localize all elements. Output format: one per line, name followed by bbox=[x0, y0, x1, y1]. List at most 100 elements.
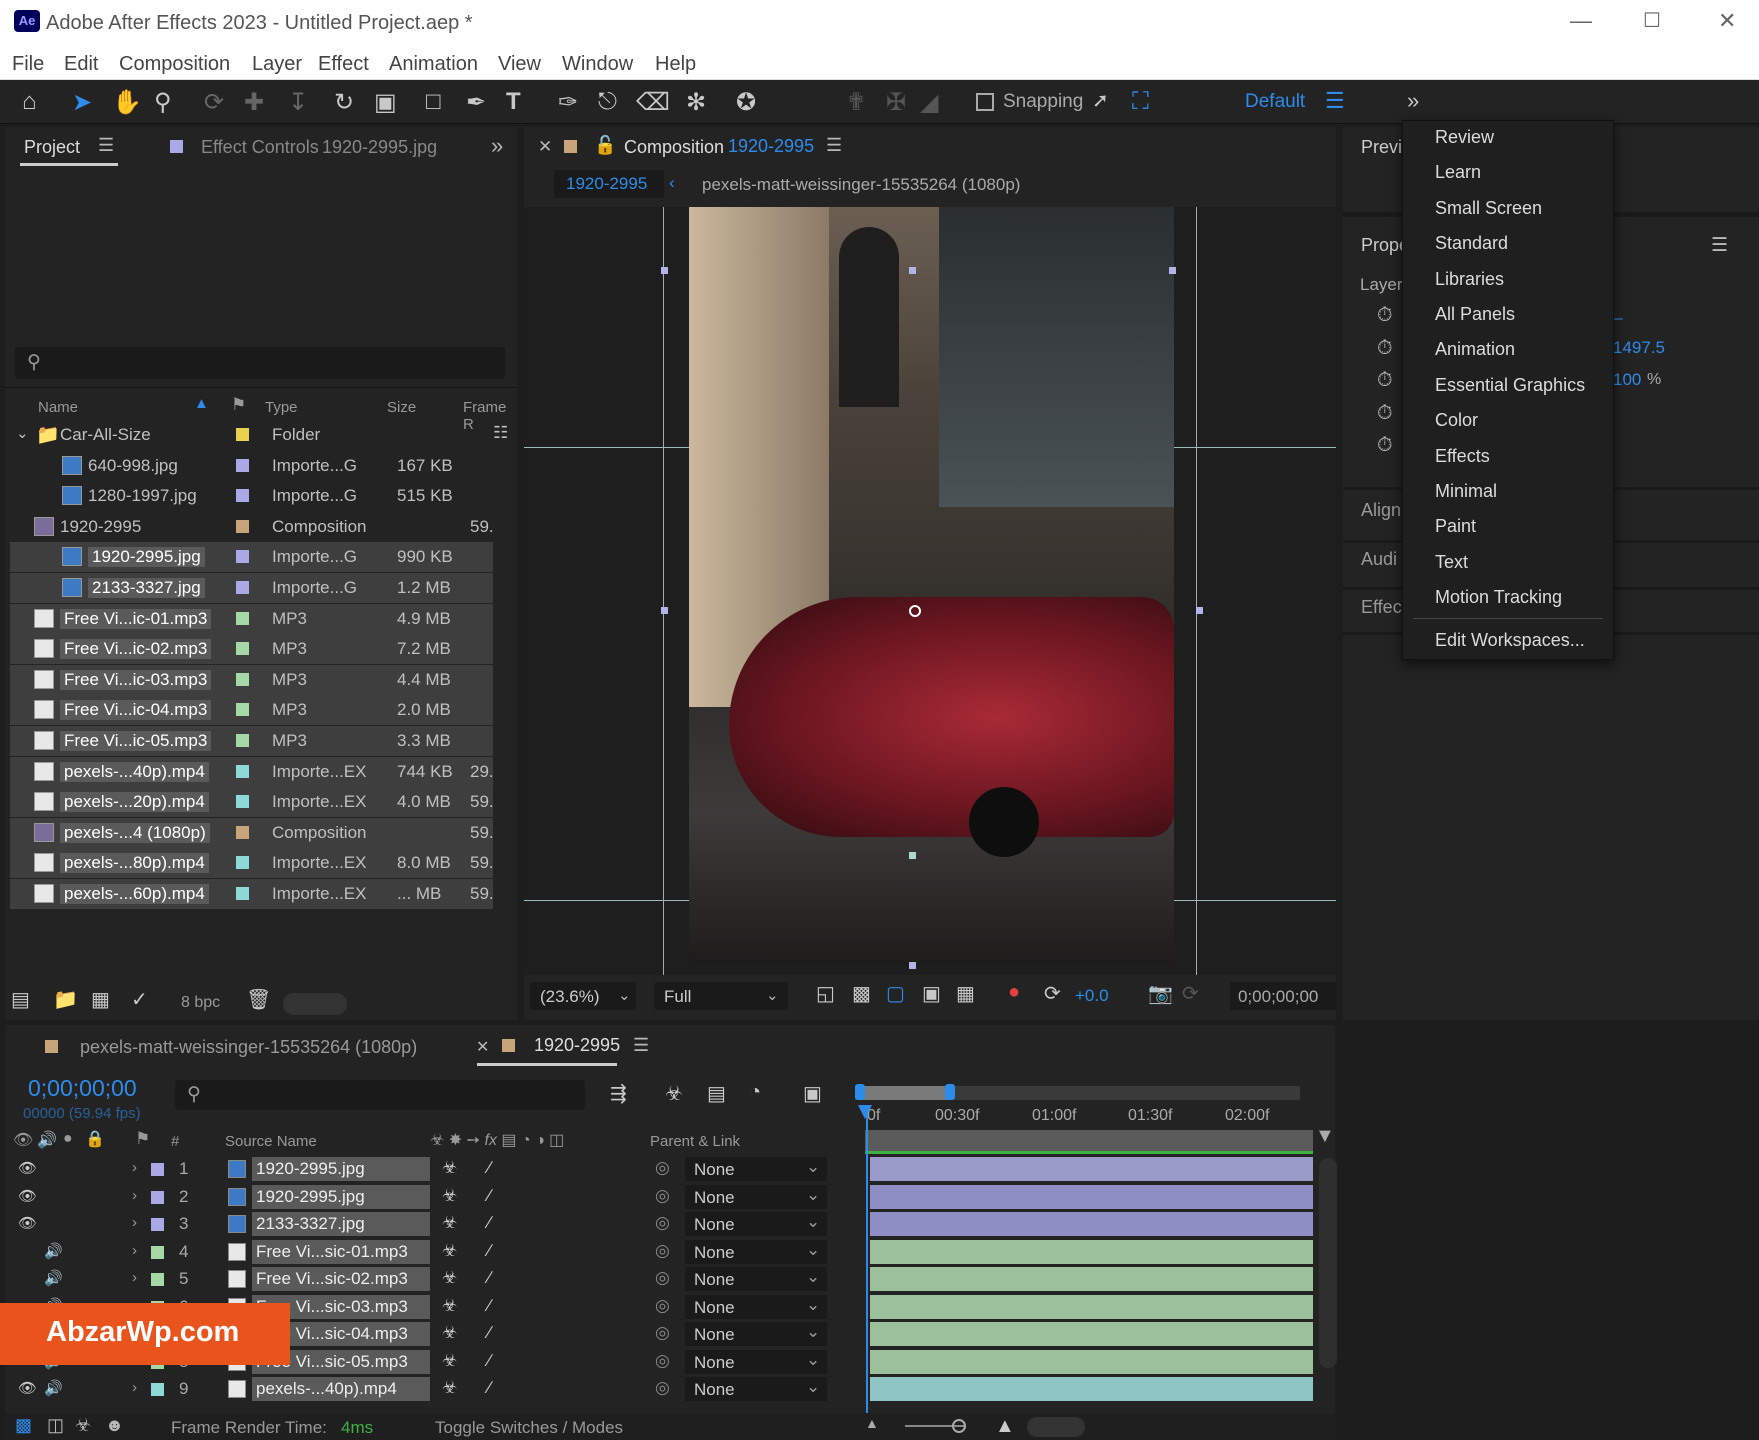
layer-duration-bar[interactable] bbox=[870, 1267, 1313, 1291]
layer-duration-bar[interactable] bbox=[870, 1184, 1313, 1209]
resolution-dropdown[interactable]: Full ⌄ bbox=[654, 982, 788, 1010]
visibility-eye-icon[interactable]: 👁 bbox=[18, 1159, 37, 1177]
visibility-eye-icon[interactable]: 👁 bbox=[18, 1187, 37, 1205]
exposure-value[interactable]: +0.0 bbox=[1075, 986, 1109, 1006]
workspace-menu-item[interactable]: All Panels bbox=[1435, 304, 1515, 325]
col-parent-link[interactable]: Parent & Link bbox=[650, 1133, 740, 1150]
timeline-layer-row[interactable]: 👁 › 3 2133-3327.jpg ☣ ∕ ◎ None ⌄ bbox=[10, 1211, 1325, 1238]
zoom-dropdown[interactable]: (23.6%) ⌄ bbox=[530, 982, 636, 1010]
mask-path-icon[interactable]: ▢ bbox=[886, 981, 905, 1006]
in-out-icon[interactable]: ☣ bbox=[75, 1415, 91, 1436]
workspace-menu-item[interactable]: Text bbox=[1435, 552, 1468, 573]
anchor-value[interactable]: _ bbox=[1613, 301, 1622, 321]
clone-stamp-tool-icon[interactable]: ⎋ bbox=[598, 88, 617, 116]
stopwatch-icon[interactable]: ⏱ bbox=[1377, 434, 1393, 457]
tab-effect-controls[interactable]: Effect Controls bbox=[201, 137, 319, 158]
color-management-icon[interactable]: ⟳ bbox=[1044, 981, 1061, 1006]
label-swatch[interactable] bbox=[236, 795, 249, 809]
vertical-scrollbar[interactable] bbox=[1319, 1158, 1337, 1368]
eraser-tool-icon[interactable]: ⌫ bbox=[636, 88, 670, 117]
rectangle-tool-icon[interactable]: □ bbox=[426, 88, 441, 116]
menu-layer[interactable]: Layer bbox=[252, 53, 302, 76]
shy-switch-icon[interactable]: ☣ bbox=[442, 1186, 457, 1206]
shy-switch-icon[interactable]: ☣ bbox=[442, 1323, 457, 1343]
pickwhip-icon[interactable]: ◎ bbox=[655, 1241, 670, 1261]
layer-source-name[interactable]: Free Vi...sic-02.mp3 bbox=[256, 1269, 408, 1289]
workspace-menu-item[interactable]: Color bbox=[1435, 410, 1478, 431]
workspace-menu-item[interactable]: Paint bbox=[1435, 516, 1476, 537]
transparency-grid-icon[interactable]: ▩ bbox=[852, 981, 871, 1006]
tab-project[interactable]: Project bbox=[24, 137, 80, 158]
bit-depth-label[interactable]: 8 bpc bbox=[181, 994, 220, 1012]
dolly-tool-icon[interactable]: ↧ bbox=[288, 88, 308, 117]
layer-duration-bar[interactable] bbox=[870, 1239, 1313, 1264]
align-panel-tab[interactable]: Align bbox=[1361, 500, 1401, 521]
workspace-menu-item[interactable]: Motion Tracking bbox=[1435, 587, 1562, 608]
effects-panel-tab[interactable]: Effec bbox=[1361, 597, 1402, 618]
quality-switch-icon[interactable]: ∕ bbox=[488, 1158, 491, 1178]
layer-duration-bar[interactable] bbox=[870, 1212, 1313, 1236]
label-swatch[interactable] bbox=[236, 703, 249, 717]
layer-label-swatch[interactable] bbox=[151, 1163, 164, 1176]
grid-guides-icon[interactable]: ▦ bbox=[956, 981, 975, 1006]
label-swatch[interactable] bbox=[236, 764, 249, 778]
composition-tab-name[interactable]: 1920-2995 bbox=[728, 136, 814, 157]
project-item[interactable]: 1920-2995.jpg Importe...G 990 KB bbox=[10, 542, 493, 573]
breadcrumb-active[interactable]: 1920-2995 bbox=[554, 170, 664, 198]
snap-feather-icon[interactable]: ⛶ bbox=[1132, 88, 1149, 116]
label-swatch[interactable] bbox=[236, 458, 249, 472]
workspace-menu-item[interactable]: Effects bbox=[1435, 446, 1490, 467]
project-item[interactable]: 640-998.jpg Importe...G 167 KB bbox=[10, 451, 493, 481]
expand-chevron-icon[interactable]: › bbox=[132, 1187, 137, 1204]
scale-value[interactable]: 100 bbox=[1613, 370, 1641, 390]
workspace-menu-item[interactable]: Small Screen bbox=[1435, 198, 1542, 219]
workspace-menu-item[interactable]: Standard bbox=[1435, 233, 1508, 254]
workspace-menu-item[interactable]: Minimal bbox=[1435, 481, 1497, 502]
pickwhip-icon[interactable]: ◎ bbox=[655, 1296, 670, 1316]
interpret-footage-icon[interactable]: ▤ bbox=[11, 987, 30, 1012]
pickwhip-icon[interactable]: ◎ bbox=[655, 1213, 670, 1233]
label-swatch[interactable] bbox=[236, 856, 249, 870]
project-item[interactable]: pexels-...40p).mp4 Importe...EX 744 KB 29. bbox=[10, 756, 494, 787]
visibility-eye-icon[interactable]: 👁 bbox=[18, 1214, 37, 1232]
work-area-end-handle[interactable] bbox=[945, 1084, 955, 1100]
transfer-controls-icon[interactable]: ◫ bbox=[47, 1415, 64, 1436]
audio-panel-tab[interactable]: Audi bbox=[1361, 549, 1397, 570]
minimize-icon[interactable]: — bbox=[1570, 8, 1592, 34]
render-queue-icon[interactable]: ✓ bbox=[131, 987, 148, 1012]
flowchart-icon[interactable]: ☷ bbox=[493, 423, 508, 443]
layer-duration-bar[interactable] bbox=[870, 1349, 1313, 1374]
layer-source-name[interactable]: Free Vi...sic-01.mp3 bbox=[256, 1242, 408, 1262]
frame-blending-icon[interactable]: ▤ bbox=[707, 1081, 726, 1106]
timeline-layer-row[interactable]: 👁 › 1 1920-2995.jpg ☣ ∕ ◎ None ⌄ bbox=[10, 1156, 1325, 1183]
comp-menu-icon[interactable]: ☰ bbox=[826, 135, 842, 156]
timeline-tab-pexels[interactable]: pexels-matt-weissinger-15535264 (1080p) bbox=[80, 1037, 417, 1058]
toggle-switches-modes[interactable]: Toggle Switches / Modes bbox=[435, 1418, 623, 1438]
expand-chevron-icon[interactable]: › bbox=[132, 1242, 137, 1259]
label-swatch[interactable] bbox=[236, 887, 249, 900]
position-value[interactable]: 1497.5 bbox=[1613, 338, 1665, 358]
col-size[interactable]: Size bbox=[387, 399, 416, 416]
composition-viewer[interactable] bbox=[524, 207, 1336, 975]
rotate-tool-icon[interactable]: ↻ bbox=[334, 88, 354, 117]
quality-switch-icon[interactable]: ∕ bbox=[488, 1378, 491, 1398]
workspace-menu-item[interactable]: Edit Workspaces... bbox=[1435, 630, 1585, 651]
selection-tool-icon[interactable]: ➤ bbox=[72, 88, 92, 117]
composition-tab-label[interactable]: Composition bbox=[624, 137, 724, 158]
axis-world-icon[interactable]: ✠ bbox=[886, 88, 906, 117]
snapshot-camera-icon[interactable]: 📷 bbox=[1148, 981, 1173, 1006]
layer-label-swatch[interactable] bbox=[151, 1273, 164, 1286]
layer-label-swatch[interactable] bbox=[151, 1245, 164, 1259]
project-item[interactable]: Free Vi...ic-05.mp3 MP3 3.3 MB bbox=[10, 726, 493, 756]
label-swatch[interactable] bbox=[236, 825, 249, 839]
label-swatch[interactable] bbox=[236, 734, 249, 747]
pen-tool-icon[interactable]: ✒ bbox=[466, 88, 486, 117]
project-item[interactable]: pexels-...20p).mp4 Importe...EX 4.0 MB 59. bbox=[10, 787, 494, 818]
quality-switch-icon[interactable]: ∕ bbox=[488, 1351, 491, 1371]
snapping-checkbox[interactable] bbox=[976, 93, 994, 111]
project-item[interactable]: Free Vi...ic-04.mp3 MP3 2.0 MB bbox=[10, 695, 493, 726]
expand-chevron-icon[interactable]: › bbox=[132, 1379, 137, 1396]
layer-source-name[interactable]: pexels-...40p).mp4 bbox=[256, 1379, 397, 1399]
close-tab-icon[interactable]: ✕ bbox=[538, 137, 552, 157]
col-source-name[interactable]: Source Name bbox=[225, 1133, 317, 1150]
